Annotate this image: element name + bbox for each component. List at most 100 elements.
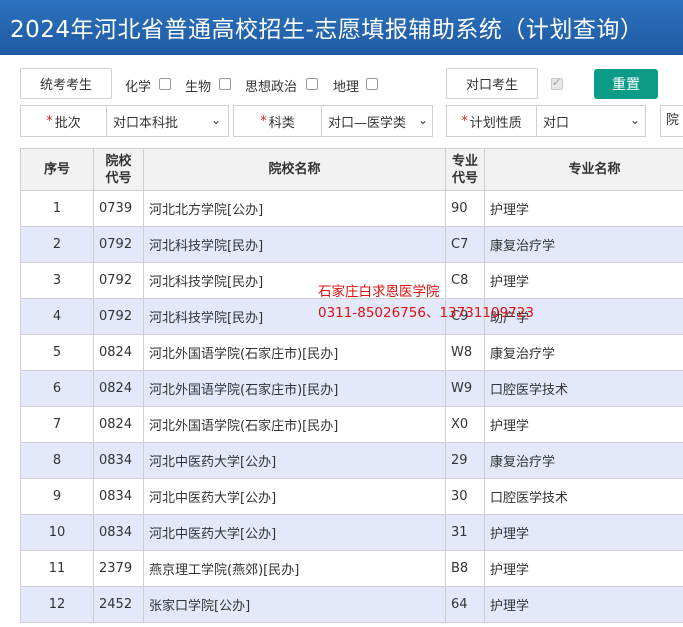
col-header-school-code-line2: 代号 <box>105 170 132 186</box>
batch-value: 对口本科批 <box>113 115 179 131</box>
col-header-major-name: 专业名称 <box>484 148 683 191</box>
cell-school-name: 河北外国语学院(石家庄市)[民办] <box>143 334 446 371</box>
cell-major-name: 口腔医学技术 <box>484 370 683 407</box>
cell-major-code: B8 <box>445 550 485 587</box>
cell-school-name: 河北科技学院[民办] <box>143 226 446 263</box>
cell-school-code: 0834 <box>93 478 144 515</box>
required-mark: * <box>46 113 53 129</box>
cell-major-name: 康复治疗学 <box>484 226 683 263</box>
table-row[interactable]: 2 0792 河北科技学院[民办] C7 康复治疗学 <box>20 226 683 263</box>
cell-major-code: 90 <box>445 190 485 227</box>
cell-major-code: 30 <box>445 478 485 515</box>
subject-label-politics: 思想政治 <box>245 80 298 95</box>
table-row[interactable]: 10 0834 河北中医药大学[公办] 31 护理学 <box>20 514 683 551</box>
cell-major-name: 护理学 <box>484 262 683 299</box>
cell-school-name: 河北科技学院[民办] <box>143 298 446 335</box>
cell-school-code: 2379 <box>93 550 144 587</box>
cell-major-name: 助产学 <box>484 298 683 335</box>
table-row[interactable]: 1 0739 河北北方学院[公办] 90 护理学 <box>20 190 683 227</box>
table-row[interactable]: 7 0824 河北外国语学院(石家庄市)[民办] X0 护理学 <box>20 406 683 443</box>
cell-index: 11 <box>20 550 94 587</box>
cell-major-code: 31 <box>445 514 485 551</box>
cell-major-name: 康复治疗学 <box>484 442 683 479</box>
subject-label-chemistry: 化学 <box>125 80 152 95</box>
subject-label-geography: 地理 <box>333 80 360 95</box>
table-row[interactable]: 3 0792 河北科技学院[民办] C8 护理学 <box>20 262 683 299</box>
cell-school-name: 河北外国语学院(石家庄市)[民办] <box>143 406 446 443</box>
cell-school-code: 0792 <box>93 262 144 299</box>
cell-major-name: 口腔医学技术 <box>484 478 683 515</box>
cell-major-code: X0 <box>445 406 485 443</box>
cell-major-name: 护理学 <box>484 190 683 227</box>
cell-major-code: C7 <box>445 226 485 263</box>
cell-school-name: 河北科技学院[民办] <box>143 262 446 299</box>
col-header-school-code: 院校 代号 <box>93 148 144 191</box>
cell-major-name: 护理学 <box>484 550 683 587</box>
col-header-major-code-line1: 专业 <box>451 153 478 169</box>
table-row[interactable]: 12 2452 张家口学院[公办] 64 护理学 <box>20 586 683 623</box>
col-header-school-name: 院校名称 <box>143 148 446 191</box>
cell-major-name: 康复治疗学 <box>484 334 683 371</box>
col-header-school-code-line1: 院校 <box>105 153 132 169</box>
unified-exam-button[interactable]: 统考考生 <box>20 68 112 99</box>
cell-school-code: 0792 <box>93 226 144 263</box>
plan-type-label-text: 计划性质 <box>469 115 522 131</box>
table-row[interactable]: 11 2379 燕京理工学院(燕郊)[民办] B8 护理学 <box>20 550 683 587</box>
table-row[interactable]: 9 0834 河北中医药大学[公办] 30 口腔医学技术 <box>20 478 683 515</box>
cell-school-name: 燕京理工学院(燕郊)[民办] <box>143 550 446 587</box>
reset-button[interactable]: 重置 <box>594 69 658 99</box>
cell-school-name: 张家口学院[公办] <box>143 586 446 623</box>
table-row[interactable]: 8 0834 河北中医药大学[公办] 29 康复治疗学 <box>20 442 683 479</box>
vocational-checkbox <box>551 76 563 90</box>
subject-label-biology: 生物 <box>185 80 212 95</box>
subject-checkbox-biology[interactable] <box>219 78 231 90</box>
cell-major-name: 护理学 <box>484 514 683 551</box>
plan-type-select[interactable]: * 计划性质 对口 ⌄ <box>446 105 646 137</box>
cell-index: 9 <box>20 478 94 515</box>
cell-major-code: W9 <box>445 370 485 407</box>
plan-table: 序号 院校 代号 院校名称 专业 代号 专业名称 1 0739 河北北方学院[公办]… <box>20 148 683 623</box>
subject-checkbox-chemistry[interactable] <box>159 78 171 90</box>
col-header-major-code-line2: 代号 <box>451 170 478 186</box>
required-mark: * <box>461 113 468 129</box>
plan-type-value: 对口 <box>543 115 570 131</box>
cell-index: 6 <box>20 370 94 407</box>
cell-index: 1 <box>20 190 94 227</box>
cell-major-code: 29 <box>445 442 485 479</box>
cell-index: 7 <box>20 406 94 443</box>
cell-school-code: 0834 <box>93 442 144 479</box>
chevron-down-icon: ⌄ <box>630 113 641 127</box>
batch-label: * 批次 <box>21 106 107 136</box>
plan-type-label: * 计划性质 <box>447 106 537 136</box>
cell-school-name: 河北中医药大学[公办] <box>143 478 446 515</box>
cell-index: 2 <box>20 226 94 263</box>
cell-index: 5 <box>20 334 94 371</box>
cell-school-name: 河北中医药大学[公办] <box>143 442 446 479</box>
cell-index: 12 <box>20 586 94 623</box>
cell-index: 8 <box>20 442 94 479</box>
cell-index: 4 <box>20 298 94 335</box>
app-header: 2024年河北省普通高校招生-志愿填报辅助系统（计划查询） <box>0 0 683 55</box>
page-title: 2024年河北省普通高校招生-志愿填报辅助系统（计划查询） <box>10 17 644 43</box>
vocational-exam-button[interactable]: 对口考生 <box>446 68 538 99</box>
cell-major-code: W8 <box>445 334 485 371</box>
school-filter-field[interactable]: 院 <box>660 105 683 137</box>
table-row[interactable]: 5 0824 河北外国语学院(石家庄市)[民办] W8 康复治疗学 <box>20 334 683 371</box>
cell-major-code: 64 <box>445 586 485 623</box>
batch-select[interactable]: * 批次 对口本科批 ⌄ <box>20 105 229 137</box>
category-select[interactable]: * 科类 对口—医学类 ⌄ <box>233 105 433 137</box>
cell-major-code: C9 <box>445 298 485 335</box>
category-label-text: 科类 <box>268 115 295 131</box>
cell-school-name: 河北外国语学院(石家庄市)[民办] <box>143 370 446 407</box>
cell-major-name: 护理学 <box>484 586 683 623</box>
table-header-row: 序号 院校 代号 院校名称 专业 代号 专业名称 <box>20 148 683 191</box>
subject-checkbox-politics[interactable] <box>306 78 318 90</box>
table-row[interactable]: 4 0792 河北科技学院[民办] C9 助产学 <box>20 298 683 335</box>
subject-checkbox-geography[interactable] <box>366 78 378 90</box>
batch-label-text: 批次 <box>54 115 81 131</box>
cell-school-code: 0834 <box>93 514 144 551</box>
cell-school-code: 2452 <box>93 586 144 623</box>
category-label: * 科类 <box>234 106 322 136</box>
table-row[interactable]: 6 0824 河北外国语学院(石家庄市)[民办] W9 口腔医学技术 <box>20 370 683 407</box>
cell-index: 3 <box>20 262 94 299</box>
